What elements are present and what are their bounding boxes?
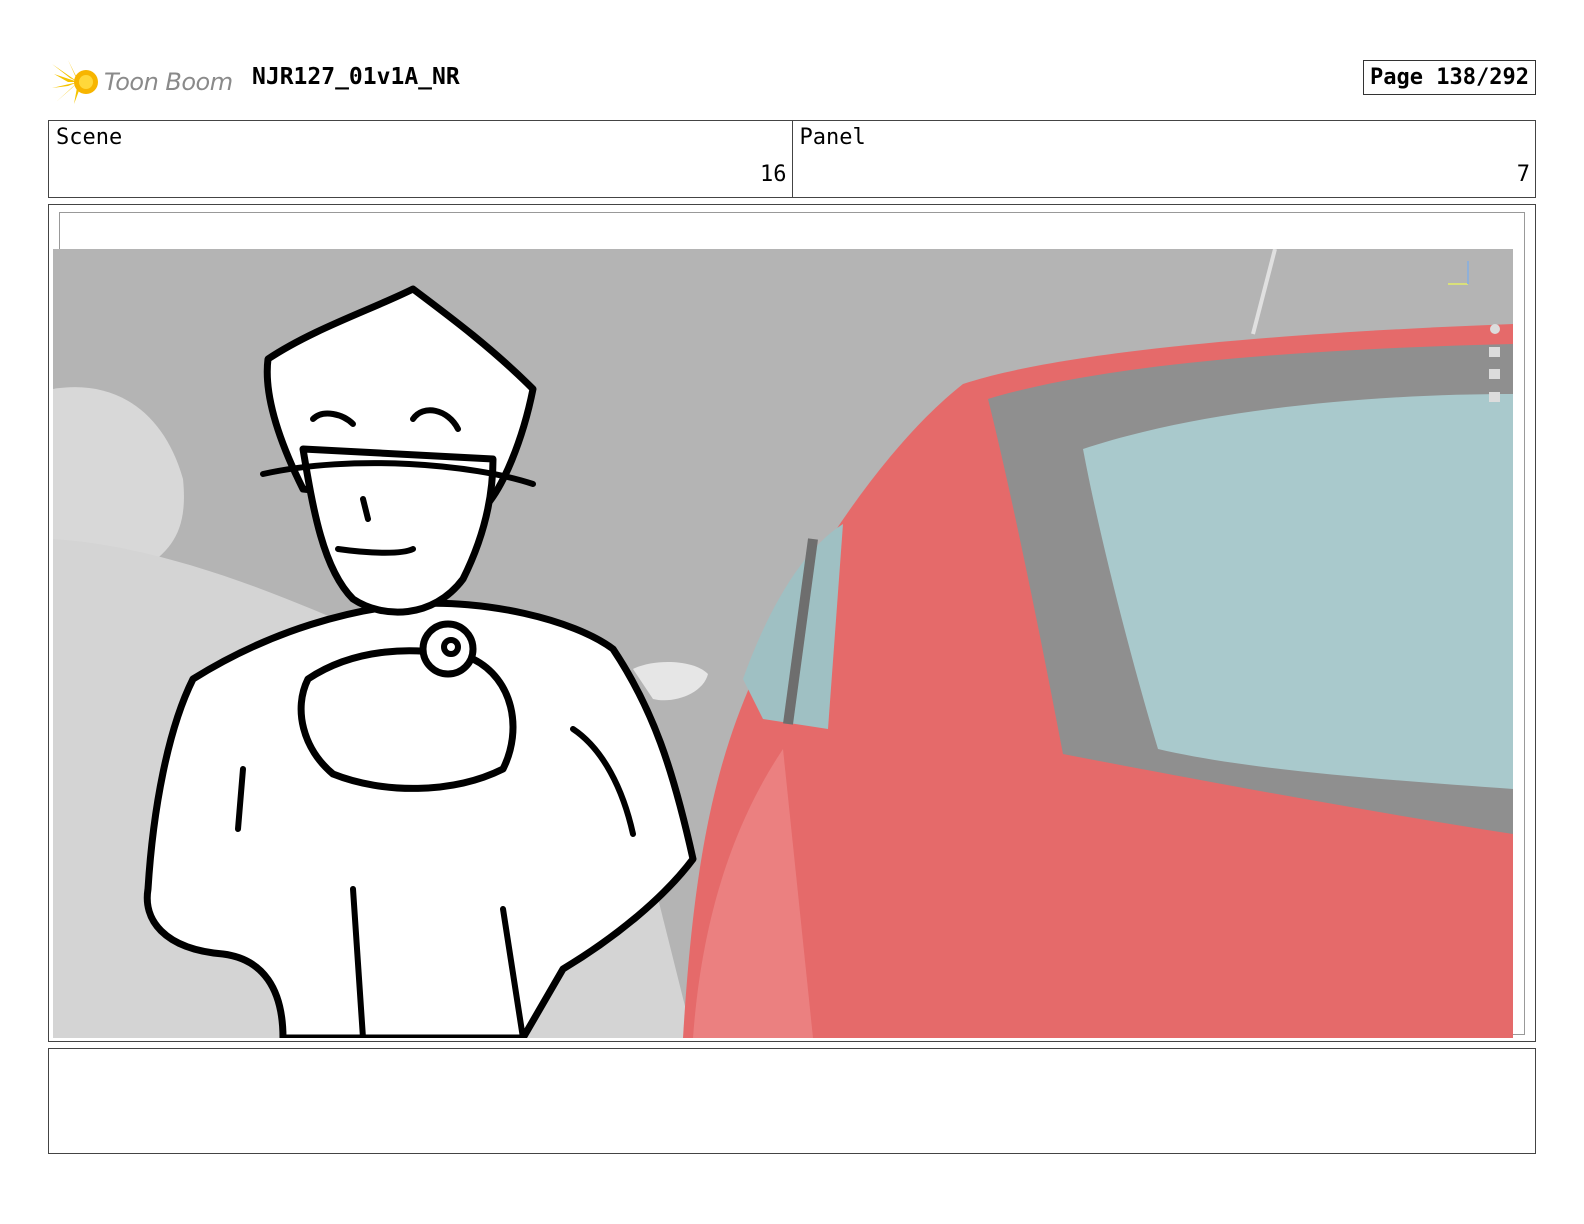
page-header: Toon Boom NJR127_01v1A_NR Page 138/292 bbox=[52, 56, 1536, 108]
project-title: NJR127_01v1A_NR bbox=[252, 64, 460, 90]
starburst-icon bbox=[52, 60, 98, 104]
logo-text: Toon Boom bbox=[104, 68, 233, 96]
panel-cell: Panel 7 bbox=[791, 121, 1536, 197]
scene-cell: Scene 16 bbox=[49, 121, 792, 197]
scene-label: Scene bbox=[56, 125, 123, 150]
panel-label: Panel bbox=[799, 125, 866, 150]
panel-image-frame bbox=[48, 204, 1536, 1042]
storyboard-drawing bbox=[53, 249, 1513, 1038]
scene-value: 16 bbox=[760, 162, 787, 187]
page-indicator: Page 138/292 bbox=[1363, 60, 1536, 95]
panel-notes bbox=[48, 1048, 1536, 1154]
scene-panel-row: Scene 16 Panel 7 bbox=[48, 120, 1536, 198]
panel-value: 7 bbox=[1516, 162, 1530, 187]
toon-boom-logo: Toon Boom bbox=[52, 58, 233, 106]
